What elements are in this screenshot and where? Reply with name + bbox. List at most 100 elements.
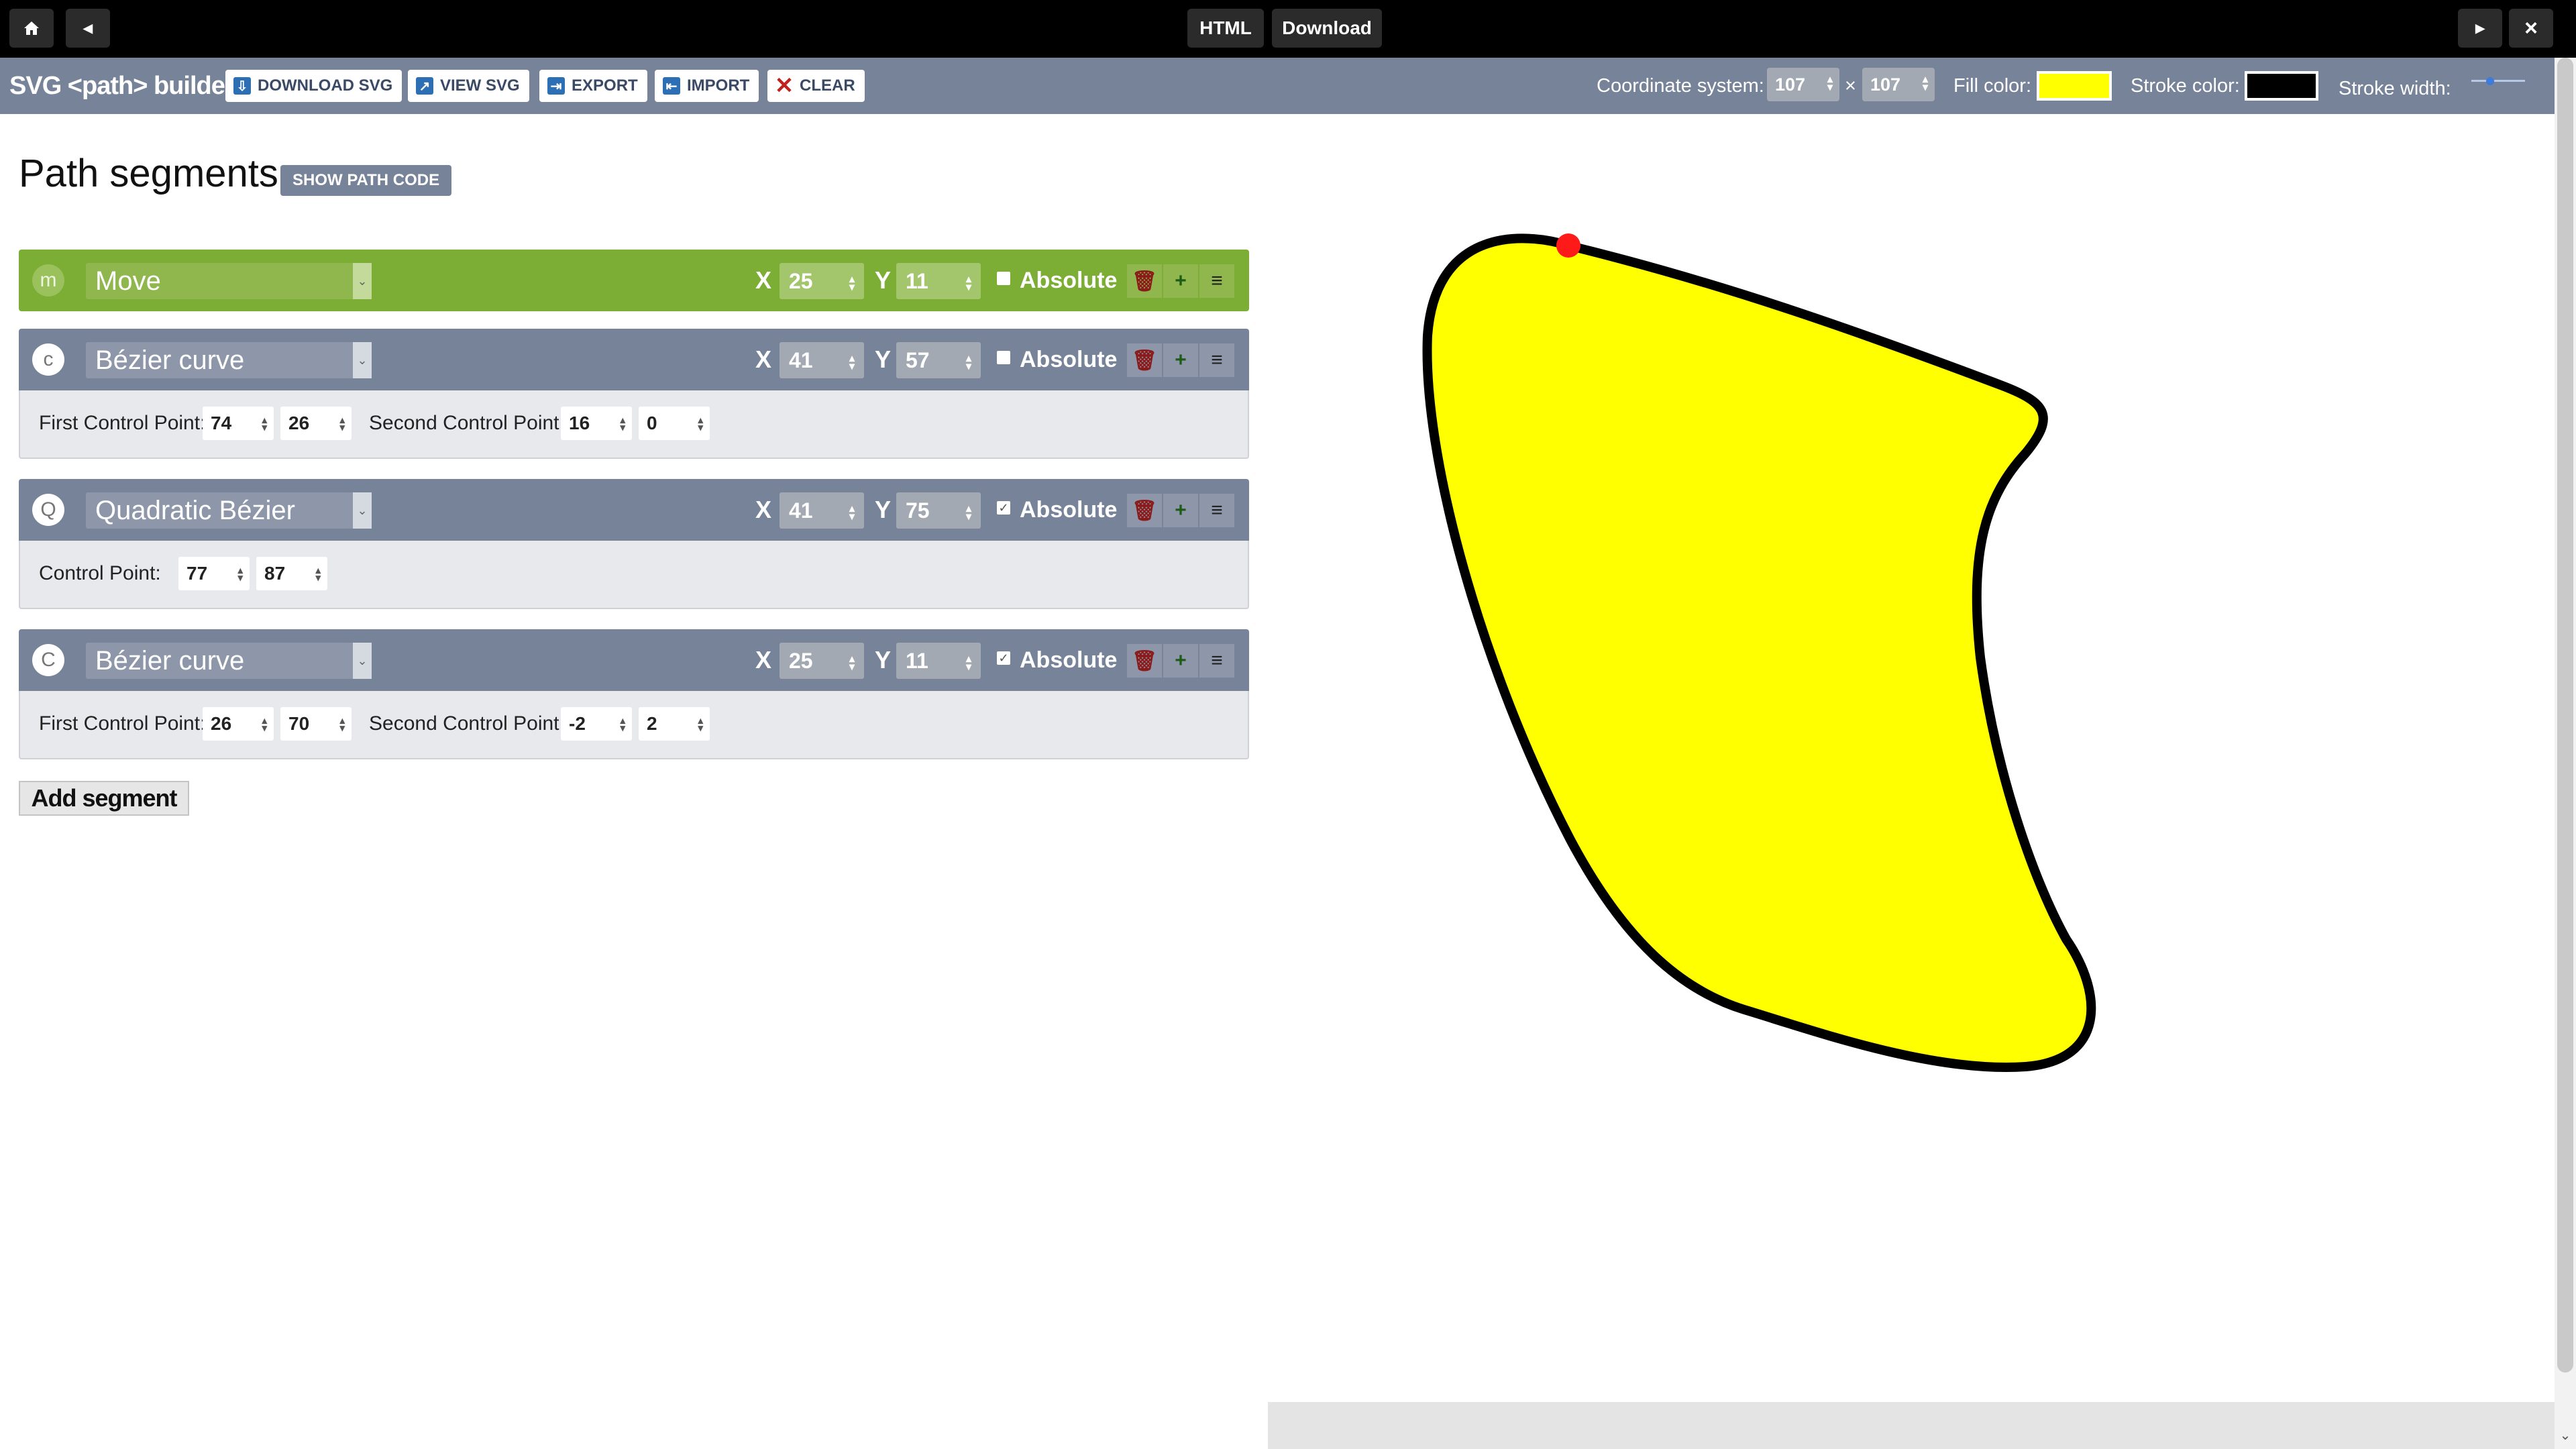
menu-icon: ≡	[1211, 499, 1223, 521]
start-point-marker[interactable]	[1556, 233, 1580, 258]
coordinate-height-input[interactable]: 107 ▴ ▾	[1862, 68, 1935, 101]
insert-segment-button[interactable]: +	[1163, 644, 1198, 678]
delete-segment-button[interactable]: 🗑	[1127, 343, 1162, 377]
add-segment-button[interactable]: Add segment	[19, 781, 189, 816]
segment-type-select[interactable]: Quadratic Bézier ⌄	[86, 492, 372, 529]
home-icon	[24, 21, 39, 35]
segment-header: C Bézier curve ⌄ X 25 ▴ ▾ Y 11 ▴ ▾ ✓ Absol…	[19, 629, 1249, 691]
view-svg-button[interactable]: ↗ VIEW SVG	[408, 70, 529, 102]
insert-segment-button[interactable]: +	[1163, 343, 1198, 377]
stroke-color-picker[interactable]	[2245, 71, 2318, 101]
coordinate-height-value: 107	[1870, 74, 1901, 95]
second-cp-y-input[interactable]: 0 ▴ ▾	[639, 407, 710, 440]
x-input[interactable]: 41 ▴ ▾	[780, 342, 864, 378]
insert-segment-button[interactable]: +	[1163, 494, 1198, 527]
drag-handle[interactable]: ≡	[1199, 343, 1234, 377]
import-label: IMPORT	[687, 76, 750, 95]
close-button[interactable]: ×	[2509, 9, 2553, 48]
fill-color-picker[interactable]	[2037, 71, 2112, 101]
drag-handle[interactable]: ≡	[1199, 494, 1234, 527]
y-input[interactable]: 11 ▴ ▾	[896, 643, 981, 679]
y-value: 57	[906, 347, 930, 372]
segment-type-select[interactable]: Bézier curve ⌄	[86, 342, 372, 378]
toolbar: SVG <path> builder ⇩ DOWNLOAD SVG ↗ VIEW…	[0, 58, 2555, 114]
plus-icon: +	[1175, 649, 1187, 672]
forward-button[interactable]: ▶	[2458, 9, 2502, 48]
html-button[interactable]: HTML	[1187, 9, 1264, 48]
absolute-checkbox[interactable]: ✓	[997, 651, 1010, 665]
delete-segment-button[interactable]: 🗑	[1127, 644, 1162, 678]
first-control-point-label: First Control Point:	[39, 712, 206, 735]
spinner-icon: ▴ ▾	[262, 415, 267, 433]
menu-icon: ≡	[1211, 270, 1223, 292]
plus-icon: +	[1175, 349, 1187, 371]
download-button[interactable]: Download	[1272, 9, 1382, 48]
clear-button[interactable]: ✕ CLEAR	[767, 70, 865, 102]
first-cp-y-value: 26	[288, 413, 310, 433]
cp-y-input[interactable]: 87 ▴ ▾	[256, 557, 327, 590]
spinner-icon: ▴ ▾	[698, 415, 703, 433]
menu-icon: ≡	[1211, 649, 1223, 672]
second-cp-x-input[interactable]: -2 ▴ ▾	[561, 707, 632, 741]
second-cp-y-value: 2	[647, 713, 657, 734]
first-cp-x-input[interactable]: 74 ▴ ▾	[203, 407, 274, 440]
y-value: 11	[906, 268, 928, 293]
home-button[interactable]	[9, 9, 54, 48]
y-label: Y	[875, 345, 892, 373]
spinner-icon: ▴ ▾	[620, 715, 625, 734]
x-value: 41	[789, 347, 813, 372]
first-cp-x-input[interactable]: 26 ▴ ▾	[203, 707, 274, 741]
insert-segment-button[interactable]: +	[1163, 264, 1198, 298]
second-control-point-label: Second Control Point:	[369, 412, 565, 434]
back-button[interactable]: ◀	[66, 9, 110, 48]
coordinate-width-input[interactable]: 107 ▴ ▾	[1767, 68, 1839, 101]
x-value: 41	[789, 498, 813, 523]
absolute-checkbox[interactable]	[997, 272, 1010, 285]
spinner-icon: ▴ ▾	[849, 353, 855, 372]
absolute-checkbox[interactable]	[997, 351, 1010, 364]
coordinate-system-label: Coordinate system:	[1597, 74, 1764, 97]
y-input[interactable]: 11 ▴ ▾	[896, 263, 981, 299]
x-input[interactable]: 25 ▴ ▾	[780, 643, 864, 679]
segment-type-select[interactable]: Bézier curve ⌄	[86, 643, 372, 679]
y-input[interactable]: 57 ▴ ▾	[896, 342, 981, 378]
absolute-checkbox[interactable]: ✓	[997, 501, 1010, 515]
vertical-scrollbar[interactable]: ⌄	[2555, 58, 2576, 1449]
import-icon: ⇤	[663, 77, 680, 95]
x-input[interactable]: 25 ▴ ▾	[780, 263, 864, 299]
second-cp-y-input[interactable]: 2 ▴ ▾	[639, 707, 710, 741]
first-cp-y-input[interactable]: 70 ▴ ▾	[280, 707, 352, 741]
first-cp-y-value: 70	[288, 713, 310, 734]
x-input[interactable]: 41 ▴ ▾	[780, 492, 864, 529]
chevron-down-icon: ⌄	[353, 342, 372, 378]
y-input[interactable]: 75 ▴ ▾	[896, 492, 981, 529]
drag-handle[interactable]: ≡	[1199, 644, 1234, 678]
path-shape[interactable]	[1422, 233, 2096, 1072]
download-svg-label: DOWNLOAD SVG	[258, 76, 393, 95]
import-button[interactable]: ⇤ IMPORT	[655, 70, 759, 102]
second-cp-x-input[interactable]: 16 ▴ ▾	[561, 407, 632, 440]
segment-letter: C	[32, 644, 64, 676]
y-label: Y	[875, 266, 892, 294]
chevron-down-icon: ⌄	[353, 492, 372, 529]
spinner-icon: ▴ ▾	[1827, 74, 1833, 93]
show-path-code-button[interactable]: SHOW PATH CODE	[280, 165, 452, 196]
cp-x-input[interactable]: 77 ▴ ▾	[178, 557, 250, 590]
scrollbar-thumb[interactable]	[2557, 58, 2573, 1373]
absolute-label: Absolute	[1020, 496, 1118, 523]
export-button[interactable]: ⇥ EXPORT	[539, 70, 647, 102]
trash-icon: 🗑	[1131, 499, 1158, 522]
drag-handle[interactable]: ≡	[1199, 264, 1234, 298]
stroke-width-slider[interactable]	[2486, 77, 2494, 85]
path-preview-canvas[interactable]	[1342, 134, 2281, 1342]
scroll-down-icon[interactable]: ⌄	[2555, 1427, 2576, 1444]
stroke-width-track[interactable]	[2471, 80, 2525, 82]
close-icon: ×	[2524, 15, 2538, 41]
download-svg-button[interactable]: ⇩ DOWNLOAD SVG	[225, 70, 402, 102]
delete-segment-button[interactable]: 🗑	[1127, 264, 1162, 298]
segment-type-select[interactable]: Move ⌄	[86, 263, 372, 299]
spinner-icon: ▴ ▾	[620, 415, 625, 433]
first-cp-y-input[interactable]: 26 ▴ ▾	[280, 407, 352, 440]
delete-segment-button[interactable]: 🗑	[1127, 494, 1162, 527]
plus-icon: +	[1175, 270, 1187, 292]
